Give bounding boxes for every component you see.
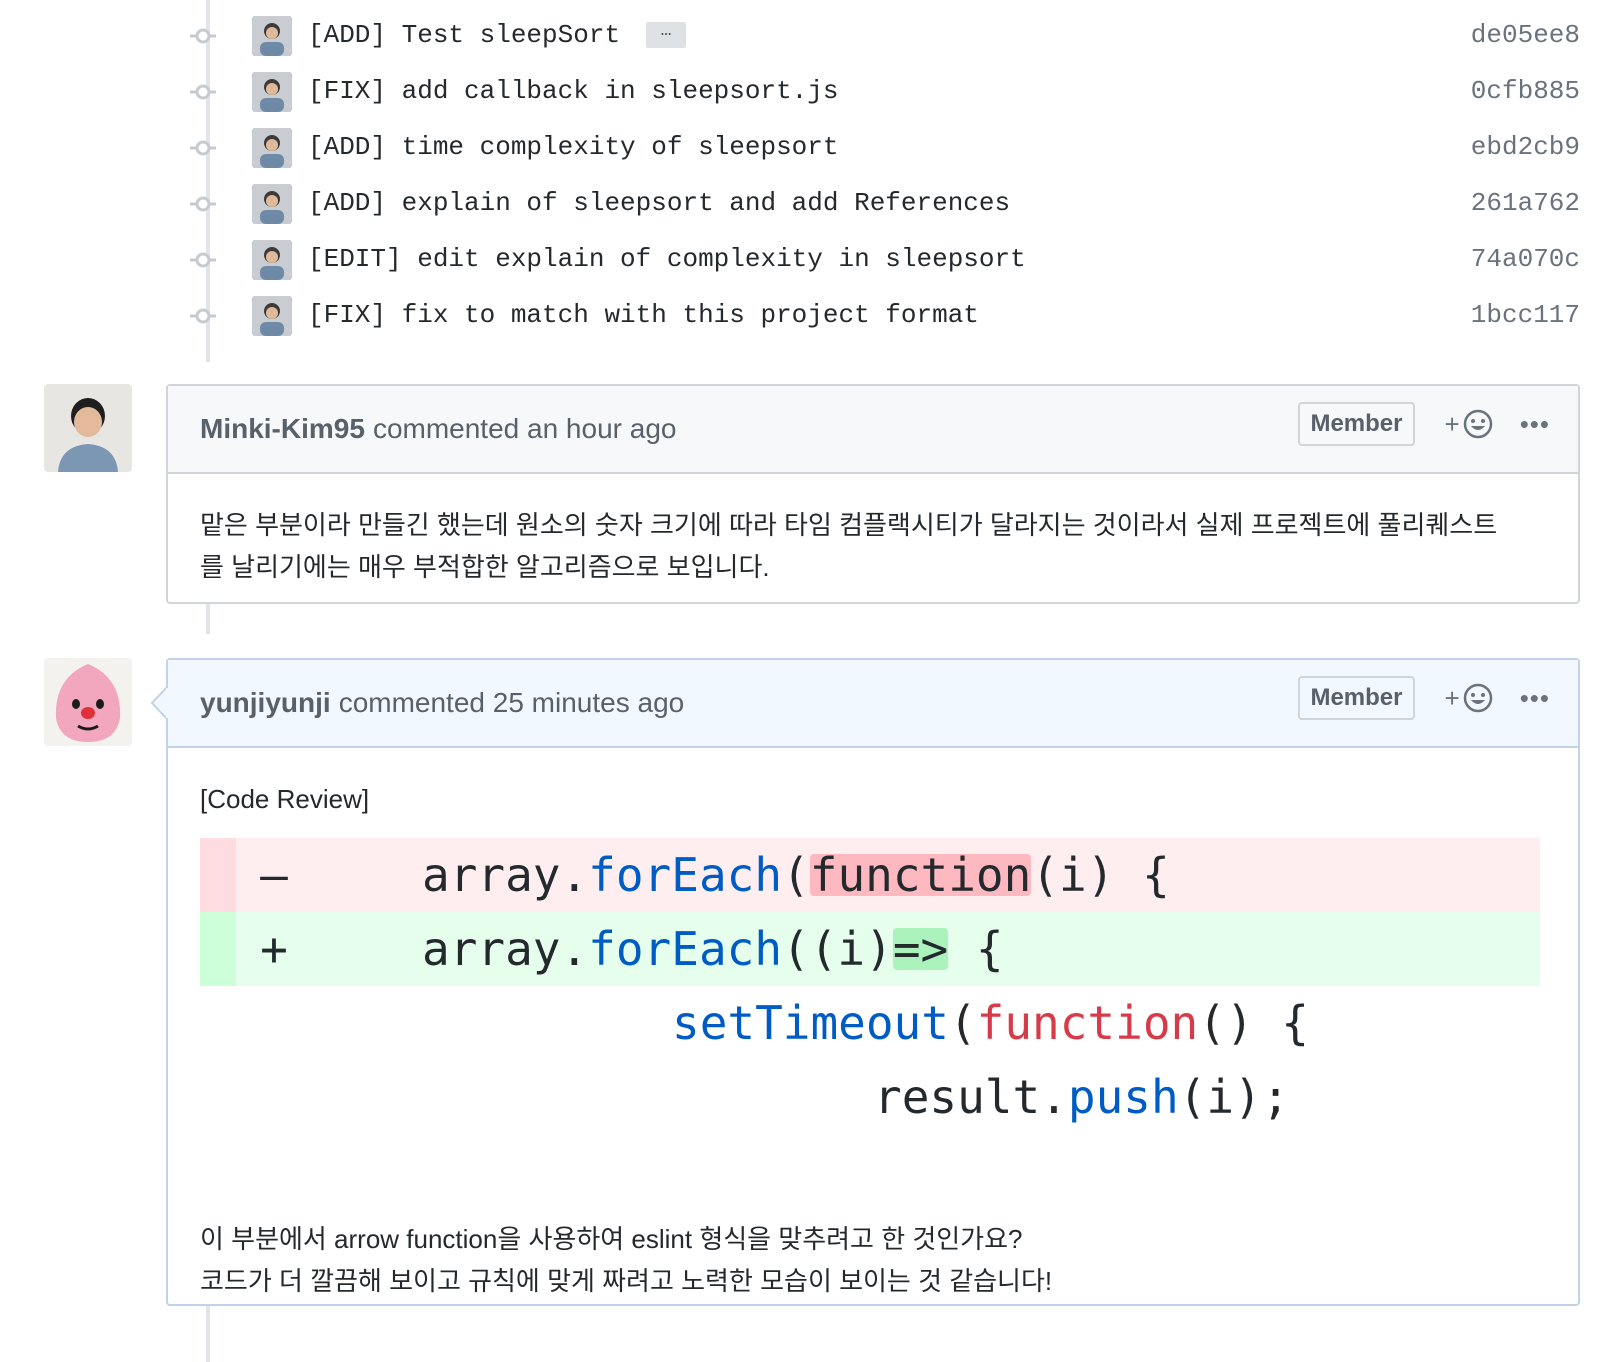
diff-added-line: + array. forEach ((i) => { [200,912,1540,986]
comment-text-line: 이 부분에서 arrow function을 사용하여 eslint 형식을 맞… [200,1224,1023,1254]
comment-author[interactable]: yunjiyunji [200,687,331,719]
commit-icon [190,84,216,100]
comment-text-line: 맡은 부분이라 만들긴 했는데 원소의 숫자 크기에 따라 타임 컴플랙시티가 … [200,510,1498,540]
add-reaction-button[interactable]: + [1445,408,1494,440]
code-token: ( [782,848,810,902]
code-line: setTimeout(function() { [200,986,1540,1060]
avatar[interactable] [252,184,292,224]
commit-sha[interactable]: 0cfb885 [1471,76,1580,106]
commit-message[interactable]: [ADD] Test sleepSort [308,20,620,50]
commit-sha[interactable]: de05ee8 [1471,20,1580,50]
code-token: ( [948,996,977,1050]
commit-row[interactable]: [FIX] fix to match with this project for… [190,296,1580,336]
ellipsis-button[interactable]: … [646,22,687,49]
commit-message[interactable]: [ADD] time complexity of sleepsort [308,132,839,162]
code-line: result. push (i); [200,1060,1540,1134]
code-token: forEach [588,848,783,902]
code-token: result. [874,1070,1068,1124]
comment-text-line: 를 날리기에는 매우 부적합한 알고리즘으로 보입니다. [200,552,770,582]
avatar[interactable] [252,240,292,280]
avatar[interactable] [252,72,292,112]
smiley-icon [1463,683,1492,713]
add-reaction-button[interactable]: + [1445,682,1494,714]
comment-timestamp[interactable]: commented an hour ago [373,413,677,445]
avatar[interactable] [44,384,132,472]
code-diff: – array. forEach(function (i) { + array. fo… [200,838,1540,1134]
commit-message[interactable]: [ADD] explain of sleepsort and add Refer… [308,188,1010,218]
commit-sha[interactable]: 74a070c [1471,244,1580,274]
code-token: => [892,922,949,976]
code-token: (i) { [1031,848,1170,902]
avatar[interactable] [252,128,292,168]
commit-icon [190,196,216,212]
comment-text-line: 코드가 더 깔끔해 보이고 규칙에 맞게 짜려고 노력한 모습이 보이는 것 같… [200,1266,1053,1296]
comment: Minki-Kim95 commented an hour ago Member… [166,384,1580,604]
code-token: setTimeout [672,996,949,1050]
comment-author[interactable]: Minki-Kim95 [200,413,365,445]
code-token: function [809,848,1032,902]
plus-icon: + [1444,682,1460,713]
avatar[interactable] [252,16,292,56]
code-token: forEach [588,922,783,976]
commit-sha[interactable]: ebd2cb9 [1471,132,1580,162]
comment-header: yunjiyunji commented 25 minutes ago Memb… [168,660,1578,748]
avatar[interactable] [44,658,132,746]
commit-row[interactable]: [EDIT] edit explain of complexity in sle… [190,240,1580,280]
more-options-button[interactable]: ••• [1520,409,1550,440]
more-options-button[interactable]: ••• [1520,683,1550,714]
comment-timestamp[interactable]: commented 25 minutes ago [339,687,685,719]
smiley-icon [1463,409,1492,439]
commit-sha[interactable]: 1bcc117 [1471,300,1580,330]
code-token: function [976,996,1199,1050]
member-badge: Member [1298,676,1415,720]
code-token: (i); [1178,1070,1290,1124]
comment-body: 맡은 부분이라 만들긴 했는데 원소의 숫자 크기에 따라 타임 컴플랙시티가 … [168,474,1578,618]
plus-icon: + [1444,408,1460,439]
commit-message[interactable]: [FIX] fix to match with this project for… [308,300,979,330]
commit-icon [190,140,216,156]
commit-row[interactable]: [FIX] add callback in sleepsort.js 0cfb8… [190,72,1580,112]
code-token: push [1067,1070,1179,1124]
commit-message[interactable]: [EDIT] edit explain of complexity in sle… [308,244,1026,274]
commit-row[interactable]: [ADD] time complexity of sleepsort ebd2c… [190,128,1580,168]
member-badge: Member [1298,402,1415,446]
commit-sha[interactable]: 261a762 [1471,188,1580,218]
commit-row[interactable]: [ADD] Test sleepSort … de05ee8 [190,16,1580,56]
code-token: array. [422,922,589,976]
code-token: { [948,922,1004,976]
commit-message[interactable]: [FIX] add callback in sleepsort.js [308,76,839,106]
commit-icon [190,252,216,268]
diff-deleted-line: – array. forEach(function (i) { [200,838,1540,912]
commit-row[interactable]: [ADD] explain of sleepsort and add Refer… [190,184,1580,224]
diff-minus-sign: – [260,848,288,902]
comment-pointer [150,686,168,720]
comment-header: Minki-Kim95 commented an hour ago Member… [168,386,1578,474]
commit-icon [190,308,216,324]
comment-body: [Code Review] – array. forEach(function (i… [168,748,1578,1332]
avatar[interactable] [252,296,292,336]
code-review-heading: [Code Review] [200,784,370,814]
diff-plus-sign: + [260,922,288,976]
comment: yunjiyunji commented 25 minutes ago Memb… [166,658,1580,1306]
code-token: () { [1198,996,1309,1050]
commit-icon [190,28,216,44]
code-token: ((i) [782,922,893,976]
code-token: array. [422,848,589,902]
